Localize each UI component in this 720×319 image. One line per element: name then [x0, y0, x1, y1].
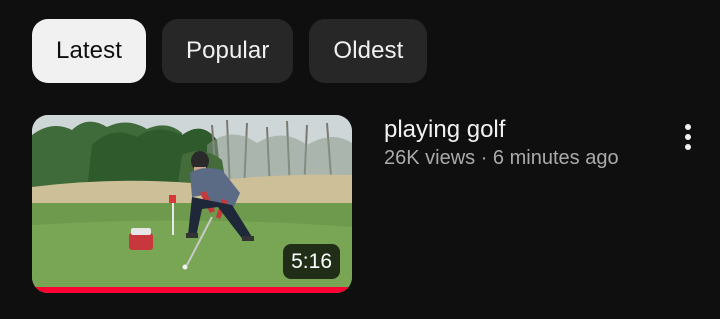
- video-title[interactable]: playing golf: [384, 115, 654, 145]
- watch-progress-fill: [32, 287, 352, 293]
- chip-oldest[interactable]: Oldest: [309, 19, 428, 83]
- video-item[interactable]: 5:16 playing golf 26K views · 6 minutes …: [32, 115, 702, 293]
- video-stats: 26K views · 6 minutes ago: [384, 147, 619, 169]
- chip-latest[interactable]: Latest: [32, 19, 146, 83]
- duration-badge: 5:16: [283, 244, 340, 279]
- watch-progress-bar: [32, 287, 352, 293]
- filter-chips: Latest Popular Oldest: [32, 19, 428, 83]
- chip-popular[interactable]: Popular: [161, 19, 294, 83]
- video-meta: playing golf 26K views · 6 minutes ago: [384, 115, 654, 171]
- more-vertical-icon[interactable]: [673, 117, 703, 157]
- menu-dot: [685, 134, 691, 140]
- channel-videos-page: Latest Popular Oldest 5:16 playing golf …: [0, 0, 720, 319]
- menu-dot: [685, 144, 691, 150]
- video-thumbnail[interactable]: 5:16: [32, 115, 352, 293]
- menu-dot: [685, 124, 691, 130]
